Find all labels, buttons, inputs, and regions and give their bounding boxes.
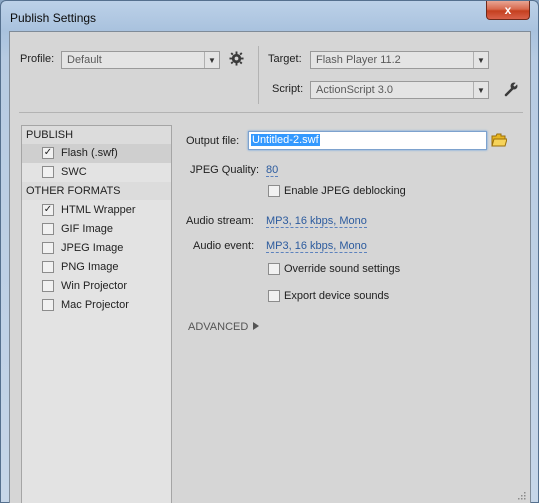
jpeg-quality-label: JPEG Quality: [190, 164, 260, 176]
png-checkbox[interactable] [42, 261, 54, 273]
target-value: Flash Player 11.2 [316, 54, 401, 66]
chevron-down-icon: ▼ [204, 52, 219, 68]
resize-grip-icon[interactable] [516, 490, 526, 500]
output-file-label: Output file: [186, 135, 240, 147]
list-item-label: SWC [61, 166, 87, 178]
list-item-label: HTML Wrapper [61, 204, 136, 216]
mac-projector-checkbox[interactable] [42, 299, 54, 311]
html-wrapper-checkbox[interactable]: ✓ [42, 204, 54, 216]
flash-checkbox[interactable]: ✓ [42, 147, 54, 159]
profile-value: Default [67, 54, 102, 66]
close-button[interactable]: x [486, 1, 530, 20]
jpeg-deblocking-checkbox[interactable] [268, 185, 280, 197]
other-formats-header: OTHER FORMATS [22, 182, 171, 200]
list-item-label: Win Projector [61, 280, 128, 292]
gear-icon[interactable] [229, 51, 244, 66]
list-item-label: Mac Projector [61, 299, 129, 311]
chevron-down-icon: ▼ [473, 82, 488, 98]
advanced-toggle[interactable]: ADVANCED [188, 321, 248, 333]
target-label: Target: [268, 53, 302, 65]
list-item-flash-swf[interactable]: ✓ Flash (.swf) [22, 144, 171, 163]
list-item-win-projector[interactable]: Win Projector [22, 277, 171, 296]
export-device-sounds-checkbox[interactable] [268, 290, 280, 302]
list-item-label: GIF Image [61, 223, 113, 235]
win-projector-checkbox[interactable] [42, 280, 54, 292]
list-item-label: Flash (.swf) [61, 147, 118, 159]
vertical-divider [258, 46, 259, 104]
profile-dropdown[interactable]: Default ▼ [61, 51, 220, 69]
override-sound-checkbox[interactable] [268, 263, 280, 275]
audio-event-value[interactable]: MP3, 16 kbps, Mono [266, 240, 367, 253]
override-sound-label: Override sound settings [284, 263, 401, 275]
list-item-png-image[interactable]: PNG Image [22, 258, 171, 277]
output-file-input[interactable]: Untitled-2.swf [248, 131, 487, 150]
swc-checkbox[interactable] [42, 166, 54, 178]
dialog-body: Profile: Default ▼ Target: Flash Player [9, 31, 531, 503]
window-title: Publish Settings [10, 11, 97, 25]
jpeg-checkbox[interactable] [42, 242, 54, 254]
audio-stream-label: Audio stream: [186, 215, 254, 227]
script-label: Script: [272, 83, 304, 95]
window-frame: Publish Settings x Profile: Default ▼ Ta… [0, 0, 539, 503]
gif-checkbox[interactable] [42, 223, 54, 235]
format-list: PUBLISH ✓ Flash (.swf) SWC OTHER FORMATS… [21, 125, 172, 503]
chevron-down-icon: ▼ [473, 52, 488, 68]
audio-event-label: Audio event: [193, 240, 255, 252]
output-file-value: Untitled-2.swf [251, 134, 320, 146]
close-icon: x [504, 3, 512, 17]
folder-icon[interactable] [491, 133, 507, 147]
list-item-html-wrapper[interactable]: ✓ HTML Wrapper [22, 201, 171, 220]
expand-arrow-icon[interactable] [253, 322, 259, 330]
jpeg-deblocking-label: Enable JPEG deblocking [284, 185, 406, 197]
script-value: ActionScript 3.0 [316, 84, 394, 96]
script-dropdown[interactable]: ActionScript 3.0 ▼ [310, 81, 489, 99]
list-item-jpeg-image[interactable]: JPEG Image [22, 239, 171, 258]
list-item-label: PNG Image [61, 261, 119, 273]
wrench-icon[interactable] [503, 81, 519, 97]
horizontal-divider [19, 112, 523, 113]
publish-header: PUBLISH [22, 126, 171, 144]
list-item-gif-image[interactable]: GIF Image [22, 220, 171, 239]
list-item-mac-projector[interactable]: Mac Projector [22, 296, 171, 315]
jpeg-quality-value[interactable]: 80 [266, 164, 279, 177]
export-device-sounds-label: Export device sounds [284, 290, 390, 302]
list-item-label: JPEG Image [61, 242, 124, 254]
list-item-swc[interactable]: SWC [22, 163, 171, 182]
target-dropdown[interactable]: Flash Player 11.2 ▼ [310, 51, 489, 69]
profile-label: Profile: [20, 53, 55, 65]
audio-stream-value[interactable]: MP3, 16 kbps, Mono [266, 215, 367, 228]
